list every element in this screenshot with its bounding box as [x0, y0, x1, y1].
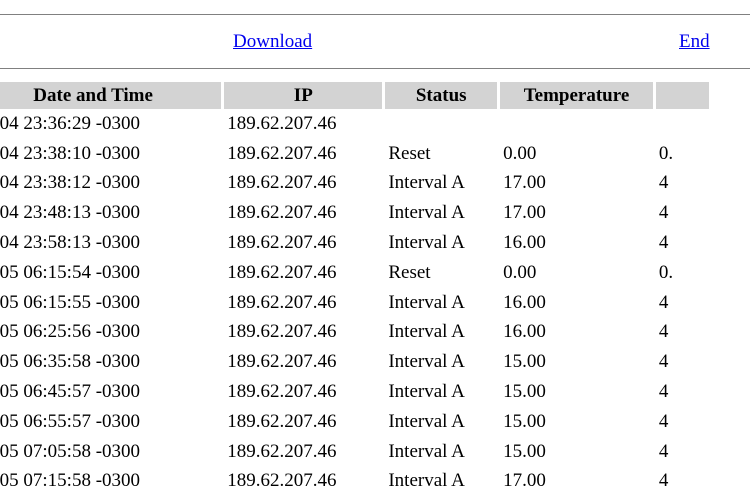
- cell-status: Interval A: [388, 440, 465, 462]
- cell-temperature: 0.00: [503, 142, 537, 164]
- header-date-time: Date and Time: [0, 82, 222, 109]
- cell-date-time: -07-05 06:55:57 -0300: [0, 410, 141, 432]
- table-row: -07-04 23:48:13 -0300 189.62.207.46 Interv…: [0, 198, 709, 228]
- cell-date-time: -07-04 23:58:13 -0300: [0, 232, 141, 254]
- cell-extra: 4: [658, 202, 669, 224]
- cell-extra: 4: [658, 351, 669, 373]
- cell-date-time: -07-04 23:48:13 -0300: [0, 202, 141, 224]
- cell-status: [385, 109, 497, 139]
- cell-status: Interval A: [388, 291, 465, 313]
- cell-status: Interval A: [388, 470, 465, 492]
- cell-ip: 189.62.207.46: [227, 440, 337, 462]
- cell-status: Interval A: [388, 172, 465, 194]
- cell-status: Interval A: [388, 351, 465, 373]
- cell-ip: 189.62.207.46: [227, 232, 337, 254]
- cell-ip: 189.62.207.46: [227, 261, 337, 283]
- download-link[interactable]: Download: [233, 31, 312, 53]
- cell-ip: 189.62.207.46: [227, 470, 337, 492]
- table-row: -07-05 07:05:58 -0300 189.62.207.46 Interv…: [0, 437, 709, 467]
- top-divider: [0, 14, 750, 15]
- cell-temperature: 17.00: [503, 470, 546, 492]
- bottom-divider: [0, 68, 750, 69]
- table-row: -07-04 23:58:13 -0300 189.62.207.46 Interv…: [0, 228, 709, 258]
- cell-status: Interval A: [388, 202, 465, 224]
- cell-temperature: 16.00: [503, 291, 546, 313]
- cell-temperature: 15.00: [503, 381, 546, 403]
- table-header-row: Date and Time IP Status Temperature: [0, 82, 709, 109]
- cell-extra: 4: [658, 172, 669, 194]
- cell-ip: 189.62.207.46: [227, 321, 337, 343]
- cell-ip: 189.62.207.46: [227, 202, 337, 224]
- cell-extra: 4: [658, 291, 669, 313]
- cell-extra: 4: [658, 470, 669, 492]
- header-extra: [655, 82, 709, 109]
- cell-extra: 4: [658, 232, 669, 254]
- cell-status: Reset: [388, 142, 431, 164]
- cell-temperature: [500, 109, 653, 139]
- cell-ip: 189.62.207.46: [227, 142, 337, 164]
- table-row: -07-04 23:38:12 -0300 189.62.207.46 Interv…: [0, 169, 709, 199]
- table-body: -07-04 23:36:29 -0300189.62.207.46-07-04…: [0, 109, 709, 496]
- header-temperature: Temperature: [500, 82, 653, 109]
- table-row: -07-05 06:15:55 -0300 189.62.207.46 Interv…: [0, 288, 709, 318]
- cell-extra: [656, 109, 709, 139]
- cell-ip: 189.62.207.46: [227, 410, 337, 432]
- cell-date-time: -07-04 23:38:10 -0300: [0, 142, 141, 164]
- cell-temperature: 15.00: [503, 440, 546, 462]
- log-table: Date and Time IP Status Temperature -07-…: [0, 82, 712, 496]
- cell-status: Interval A: [388, 321, 465, 343]
- cell-ip: 189.62.207.46: [227, 291, 337, 313]
- cell-extra: 4: [658, 381, 669, 403]
- cell-ip: 189.62.207.46: [227, 172, 337, 194]
- table-row: -07-05 07:15:58 -0300 189.62.207.46 Interv…: [0, 467, 709, 497]
- cell-extra: 4: [658, 321, 669, 343]
- cell-extra: 4: [658, 440, 669, 462]
- cell-temperature: 17.00: [503, 172, 546, 194]
- cell-status: Interval A: [388, 232, 465, 254]
- cell-date-time: -07-05 07:05:58 -0300: [0, 440, 141, 462]
- cell-ip: 189.62.207.46: [227, 351, 337, 373]
- cell-ip: 189.62.207.46: [227, 381, 337, 403]
- end-link[interactable]: End: [679, 31, 710, 53]
- header-status: Status: [385, 82, 498, 109]
- cell-date-time: -07-05 07:15:58 -0300: [0, 470, 141, 492]
- cell-temperature: 15.00: [503, 410, 546, 432]
- header-ip: IP: [224, 82, 383, 109]
- cell-status: Interval A: [388, 410, 465, 432]
- table-row: -07-05 06:35:58 -0300 189.62.207.46 Interv…: [0, 347, 709, 377]
- cell-temperature: 17.00: [503, 202, 546, 224]
- cell-status: Reset: [388, 261, 431, 283]
- cell-date-time: -07-05 06:45:57 -0300: [0, 381, 141, 403]
- cell-temperature: 16.00: [503, 321, 546, 343]
- table-row: -07-05 06:15:54 -0300 189.62.207.46 Reset 0…: [0, 258, 709, 288]
- cell-date-time: -07-05 06:15:54 -0300: [0, 261, 141, 283]
- cell-extra: 4: [658, 410, 669, 432]
- cell-ip: 189.62.207.46: [227, 112, 337, 134]
- cell-temperature: 0.00: [503, 261, 537, 283]
- table-row: -07-05 06:55:57 -0300 189.62.207.46 Interv…: [0, 407, 709, 437]
- cell-extra: 0.: [658, 142, 674, 164]
- cell-temperature: 16.00: [503, 232, 546, 254]
- table-row: -07-04 23:38:10 -0300 189.62.207.46 Reset 0…: [0, 139, 709, 169]
- table-row: -07-04 23:36:29 -0300 189.62.207.46: [0, 109, 709, 139]
- cell-date-time: -07-05 06:15:55 -0300: [0, 291, 141, 313]
- cell-extra: 0.: [658, 261, 674, 283]
- cell-temperature: 15.00: [503, 351, 546, 373]
- cell-date-time: -07-05 06:25:56 -0300: [0, 321, 141, 343]
- table-row: -07-05 06:45:57 -0300 189.62.207.46 Interv…: [0, 377, 709, 407]
- cell-date-time: -07-04 23:38:12 -0300: [0, 172, 141, 194]
- cell-status: Interval A: [388, 381, 465, 403]
- table-row: -07-05 06:25:56 -0300 189.62.207.46 Interv…: [0, 318, 709, 348]
- cell-date-time: -07-04 23:36:29 -0300: [0, 112, 141, 134]
- cell-date-time: -07-05 06:35:58 -0300: [0, 351, 141, 373]
